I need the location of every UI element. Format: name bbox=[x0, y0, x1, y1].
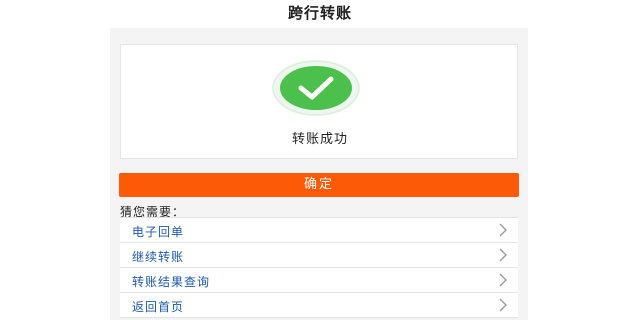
confirm-button[interactable]: 确定 bbox=[119, 173, 519, 197]
list-item-label: 电子回单 bbox=[132, 225, 185, 239]
check-circle-icon bbox=[272, 60, 360, 116]
list-item-e-receipt[interactable]: 电子回单 bbox=[120, 218, 518, 243]
page: 跨行转账 转账成功 确定 猜您需要： 电子回单 继续转账 转账结果查询 返回首页 bbox=[0, 0, 640, 320]
chevron-right-icon bbox=[499, 273, 507, 287]
content-area: 转账成功 确定 猜您需要： 电子回单 继续转账 转账结果查询 返回首页 bbox=[110, 28, 528, 320]
list-item-label: 继续转账 bbox=[132, 250, 185, 264]
chevron-right-icon bbox=[499, 248, 507, 262]
result-card: 转账成功 bbox=[120, 44, 518, 159]
page-title: 跨行转账 bbox=[287, 4, 352, 22]
suggestions-list: 电子回单 继续转账 转账结果查询 返回首页 bbox=[120, 217, 518, 318]
list-item-label: 转账结果查询 bbox=[132, 275, 211, 289]
chevron-right-icon bbox=[499, 298, 507, 312]
list-item-label: 返回首页 bbox=[132, 300, 185, 314]
list-item-home[interactable]: 返回首页 bbox=[120, 293, 518, 318]
success-message: 转账成功 bbox=[291, 132, 348, 147]
list-item-transfer-query[interactable]: 转账结果查询 bbox=[120, 268, 518, 293]
chevron-right-icon bbox=[499, 223, 507, 237]
list-item-continue-transfer[interactable]: 继续转账 bbox=[120, 243, 518, 268]
